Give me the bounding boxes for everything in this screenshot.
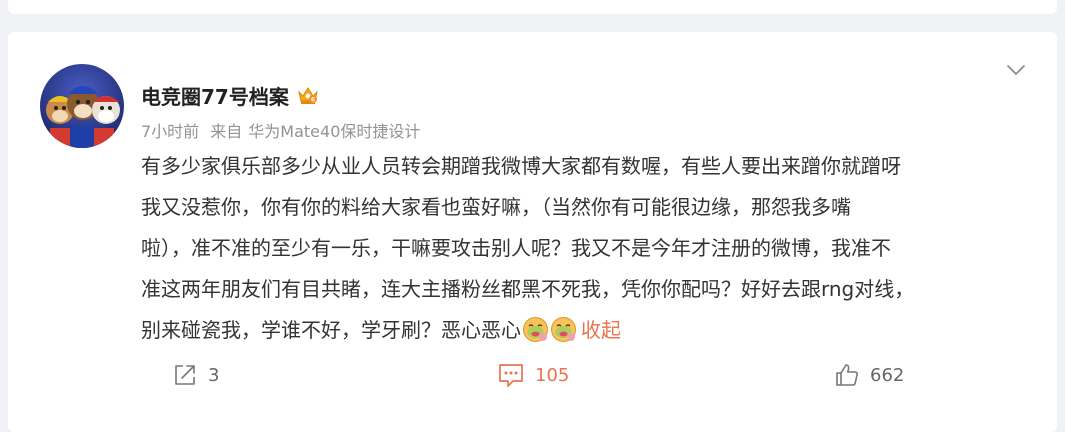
thumbs-up-icon (834, 362, 860, 388)
post-meta: 7小时前 来自 华为Mate40保时捷设计 (141, 118, 420, 142)
content-line-last: 别来碰瓷我，学谁不好，学牙刷？恶心恶心 收起 (141, 310, 1031, 351)
share-icon (172, 362, 198, 388)
previous-card-edge (8, 0, 1057, 14)
forward-button[interactable]: 3 (172, 360, 219, 390)
content-line: 有多少家俱乐部多少从业人员转会期蹭我微博大家都有数喔，有些人要出来蹭你就蹭呀 (141, 154, 901, 178)
author-name[interactable]: 电竞圈77号档案 (141, 81, 289, 110)
forward-count: 3 (208, 364, 220, 386)
avatar[interactable] (40, 64, 124, 148)
svg-text:6: 6 (311, 97, 315, 104)
content-line-text: 别来碰瓷我，学谁不好，学牙刷？恶心恶心 (141, 318, 521, 342)
author-row: 电竞圈77号档案 6 (141, 80, 319, 110)
content-line: 我又没惹你，你有你的料给大家看也蛮好嘛，（当然你有可能很边缘，那怨我多嘴 (141, 195, 851, 219)
nauseated-face-emoji (522, 316, 549, 343)
post-content: 有多少家俱乐部多少从业人员转会期蹭我微博大家都有数喔，有些人要出来蹭你就蹭呀 我… (141, 146, 1031, 351)
comment-icon (497, 362, 525, 388)
collapse-link[interactable]: 收起 (581, 318, 621, 342)
nauseated-face-emoji (550, 316, 577, 343)
content-line: 啦），准不准的至少有一乐，干嘛要攻击别人呢？我又不是今年才注册的微博，我准不 (141, 236, 891, 260)
post-source[interactable]: 华为Mate40保时捷设计 (248, 122, 420, 141)
comment-button[interactable]: 105 (497, 360, 569, 390)
chevron-down-icon[interactable] (1006, 62, 1026, 76)
content-line: 准这两年朋友们有目共睹，连大主播粉丝都黑不死我，凭你你配吗？好好去跟rng对线， (141, 277, 915, 301)
like-button[interactable]: 662 (834, 360, 904, 390)
like-count: 662 (870, 364, 905, 386)
post-time[interactable]: 7小时前 (141, 122, 199, 141)
gold-crown-vip-icon[interactable]: 6 (297, 84, 319, 106)
comment-count: 105 (535, 364, 570, 386)
source-prefix: 来自 (210, 122, 243, 141)
